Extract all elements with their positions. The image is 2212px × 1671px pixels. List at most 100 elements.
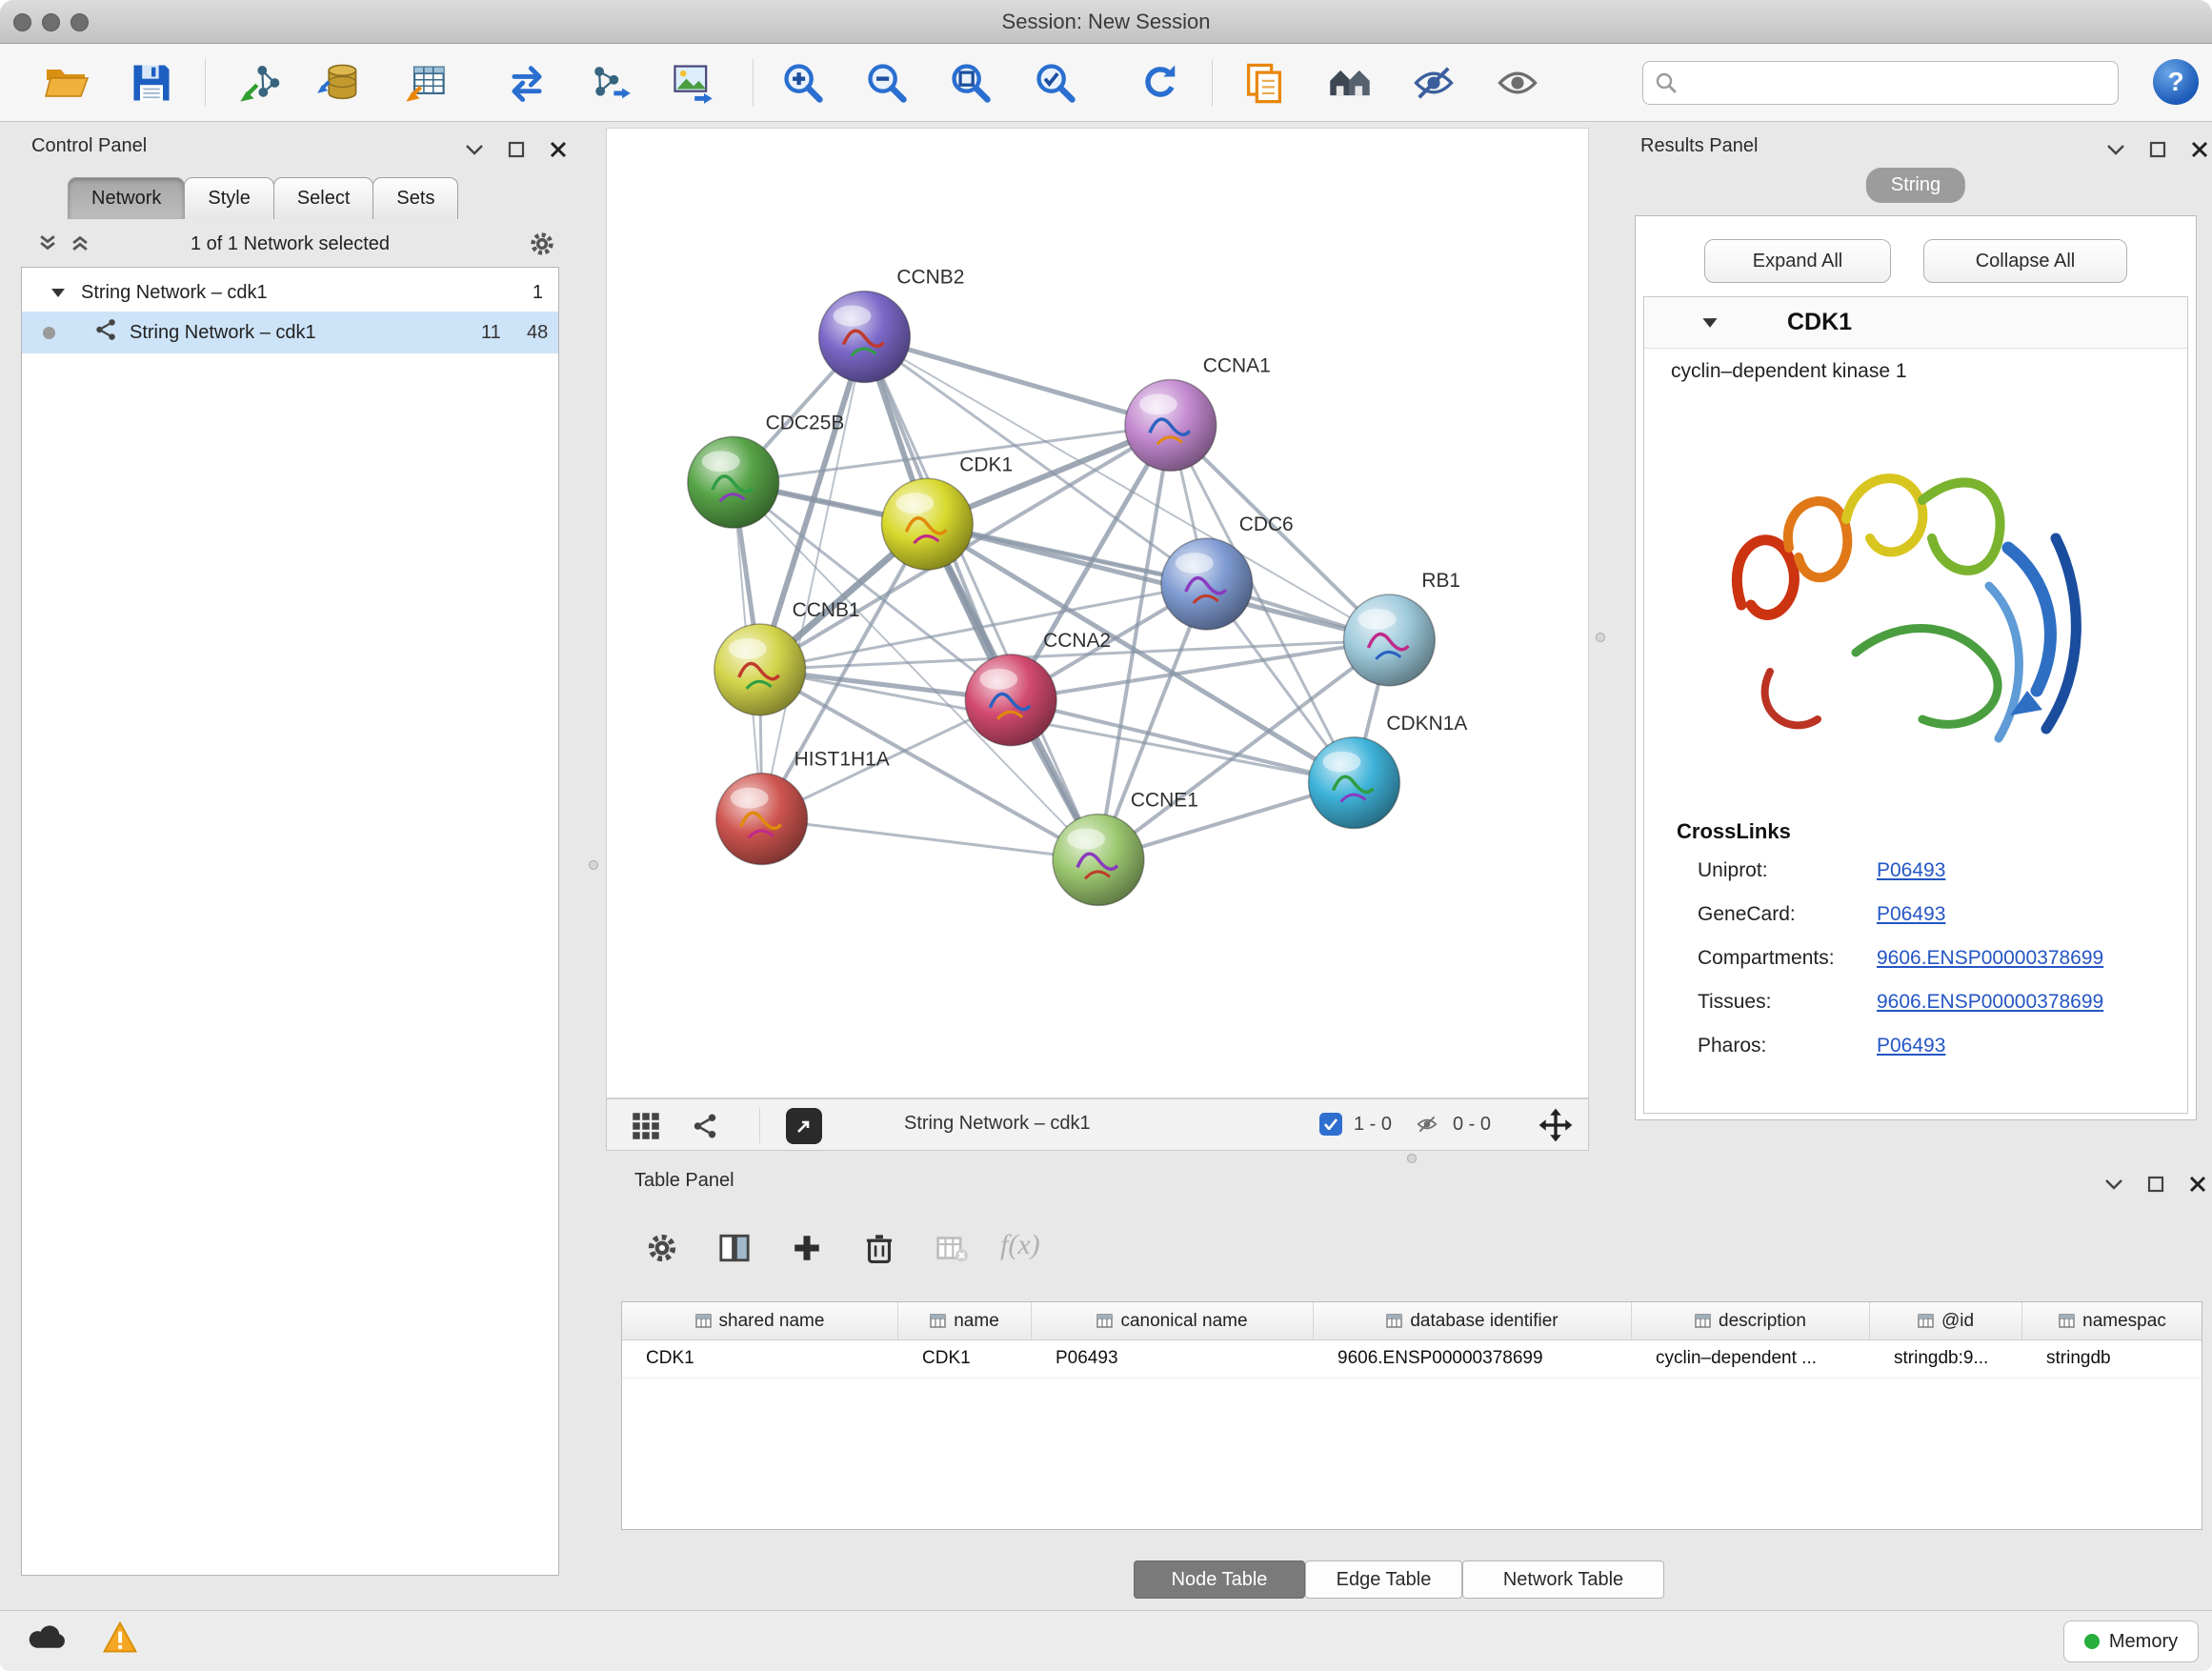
birdseye-grid-icon[interactable]: [628, 1108, 664, 1144]
close-panel-icon[interactable]: [2187, 137, 2212, 162]
network-canvas[interactable]: CCNB2CCNA1CDC25BCDK1CDC6RB1CCNB1CCNA2CDK…: [606, 128, 1589, 1098]
node-CDK1[interactable]: CDK1: [881, 453, 1013, 570]
network-row[interactable]: String Network – cdk1 11 48: [22, 312, 558, 353]
edge-HIST1H1A-CCNE1[interactable]: [762, 819, 1098, 860]
network-collection-row[interactable]: String Network – cdk1 1: [22, 273, 558, 312]
gene-section-header[interactable]: CDK1: [1644, 297, 2187, 349]
tab-edge-table[interactable]: Edge Table: [1305, 1560, 1462, 1599]
tab-node-table[interactable]: Node Table: [1134, 1560, 1305, 1599]
zoom-fit-icon[interactable]: [945, 57, 996, 109]
export-image-icon[interactable]: [667, 57, 718, 109]
search-input[interactable]: [1687, 71, 2106, 95]
tab-select[interactable]: Select: [273, 177, 374, 219]
zoom-out-icon[interactable]: [861, 57, 913, 109]
expand-all-button[interactable]: Expand All: [1704, 239, 1891, 283]
export-network-icon[interactable]: [584, 57, 635, 109]
tab-style[interactable]: Style: [184, 177, 273, 219]
refresh-icon[interactable]: [1135, 57, 1186, 109]
table-header-cell-name[interactable]: name: [898, 1302, 1032, 1339]
table-cell[interactable]: stringdb: [2022, 1340, 2202, 1378]
zoom-selected-icon[interactable]: [1030, 57, 1081, 109]
edge-CDC6-CCNB1[interactable]: [760, 584, 1207, 670]
table-header-cell-namespac[interactable]: namespac: [2022, 1302, 2202, 1339]
edge-CCNB2-CCNE1[interactable]: [864, 337, 1098, 860]
save-session-icon[interactable]: [126, 57, 177, 109]
node-HIST1H1A[interactable]: HIST1H1A: [716, 749, 890, 865]
annotation-copy-icon[interactable]: [1238, 57, 1290, 109]
delete-column-trash-icon[interactable]: [855, 1223, 904, 1273]
tab-string[interactable]: String: [1866, 168, 1965, 203]
tab-network-table[interactable]: Network Table: [1462, 1560, 1664, 1599]
table-header-cell-database-identifier[interactable]: database identifier: [1314, 1302, 1632, 1339]
table-header-cell-canonical-name[interactable]: canonical name: [1032, 1302, 1314, 1339]
table-cell[interactable]: CDK1: [622, 1340, 898, 1378]
disclosure-triangle-icon[interactable]: [50, 282, 66, 304]
close-panel-icon[interactable]: [546, 137, 571, 162]
float-panel-icon[interactable]: [2101, 1172, 2126, 1197]
node-label-RB1: RB1: [1421, 570, 1460, 592]
hidden-eye-slash-icon[interactable]: [1413, 1113, 1441, 1140]
export-view-icon[interactable]: [786, 1108, 822, 1144]
edge-CDK1-RB1[interactable]: [927, 524, 1389, 640]
select-columns-icon[interactable]: [710, 1223, 759, 1273]
hide-show-arrows-icon[interactable]: [501, 57, 553, 109]
memory-label: Memory: [2109, 1631, 2178, 1653]
gear-icon[interactable]: [529, 231, 555, 262]
maximize-panel-icon[interactable]: [504, 137, 529, 162]
cloud-status-icon[interactable]: [27, 1622, 69, 1656]
tab-sets[interactable]: Sets: [372, 177, 458, 219]
crosslink-link[interactable]: P06493: [1877, 1035, 1945, 1057]
crosslink-link[interactable]: 9606.ENSP00000378699: [1877, 991, 2103, 1014]
import-table-file-icon[interactable]: [399, 57, 451, 109]
add-column-icon[interactable]: [782, 1223, 832, 1273]
node-CCNB2[interactable]: CCNB2: [819, 267, 965, 383]
table-header-cell--id[interactable]: @id: [1870, 1302, 2022, 1339]
help-icon[interactable]: ?: [2153, 59, 2199, 105]
string-network-graph[interactable]: CCNB2CCNA1CDC25BCDK1CDC6RB1CCNB1CCNA2CDK…: [607, 129, 1588, 1097]
table-header-cell-description[interactable]: description: [1632, 1302, 1870, 1339]
node-CCNA1[interactable]: CCNA1: [1125, 354, 1271, 471]
import-network-file-icon[interactable]: [233, 57, 285, 109]
crosslink-link[interactable]: P06493: [1877, 859, 1945, 882]
table-cell[interactable]: cyclin–dependent ...: [1632, 1340, 1870, 1378]
table-settings-gear-icon[interactable]: [637, 1223, 687, 1273]
show-details-eye-icon[interactable]: [1492, 57, 1543, 109]
maximize-panel-icon[interactable]: [2143, 1172, 2168, 1197]
float-panel-icon[interactable]: [462, 137, 487, 162]
float-panel-icon[interactable]: [2103, 137, 2128, 162]
selected-checkbox-icon[interactable]: [1319, 1113, 1342, 1136]
edge-CCNB2-HIST1H1A[interactable]: [762, 337, 865, 819]
crosslink-link[interactable]: 9606.ENSP00000378699: [1877, 947, 2103, 970]
crosslink-link[interactable]: P06493: [1877, 903, 1945, 926]
share-network-icon[interactable]: [687, 1108, 723, 1144]
edge-CCNB2-CCNA1[interactable]: [864, 337, 1170, 426]
close-panel-icon[interactable]: [2185, 1172, 2210, 1197]
node-CDKN1A[interactable]: CDKN1A: [1309, 713, 1468, 829]
table-header-cell-shared-name[interactable]: shared name: [622, 1302, 898, 1339]
search-box[interactable]: [1642, 61, 2119, 105]
table-cell[interactable]: CDK1: [898, 1340, 1032, 1378]
table-row[interactable]: CDK1CDK1P064939606.ENSP00000378699cyclin…: [622, 1340, 2202, 1379]
memory-button[interactable]: Memory: [2063, 1621, 2199, 1662]
table-cell[interactable]: 9606.ENSP00000378699: [1314, 1340, 1632, 1378]
right-splitter-handle[interactable]: [1596, 633, 1605, 642]
left-splitter-handle[interactable]: [589, 860, 598, 870]
open-session-icon[interactable]: [41, 57, 92, 109]
tab-network[interactable]: Network: [68, 177, 185, 219]
maximize-panel-icon[interactable]: [2145, 137, 2170, 162]
table-cell[interactable]: P06493: [1032, 1340, 1314, 1378]
home-views-icon[interactable]: [1324, 57, 1376, 109]
warning-icon[interactable]: [103, 1621, 137, 1658]
node-label-CDC6: CDC6: [1239, 513, 1294, 535]
column-header-label: shared name: [719, 1311, 825, 1332]
table-header-row: shared name namecanonical namedatabase id…: [622, 1302, 2202, 1340]
hide-details-eye-slash-icon[interactable]: [1408, 57, 1459, 109]
zoom-in-icon[interactable]: [777, 57, 829, 109]
disclosure-triangle-icon[interactable]: [1701, 316, 1719, 333]
import-network-database-icon[interactable]: [312, 57, 364, 109]
pan-crosshair-icon[interactable]: [1538, 1108, 1573, 1147]
collapse-all-button[interactable]: Collapse All: [1923, 239, 2127, 283]
node-CCNB1[interactable]: CCNB1: [714, 599, 860, 715]
table-cell[interactable]: stringdb:9...: [1870, 1340, 2022, 1378]
node-RB1[interactable]: RB1: [1343, 570, 1460, 686]
